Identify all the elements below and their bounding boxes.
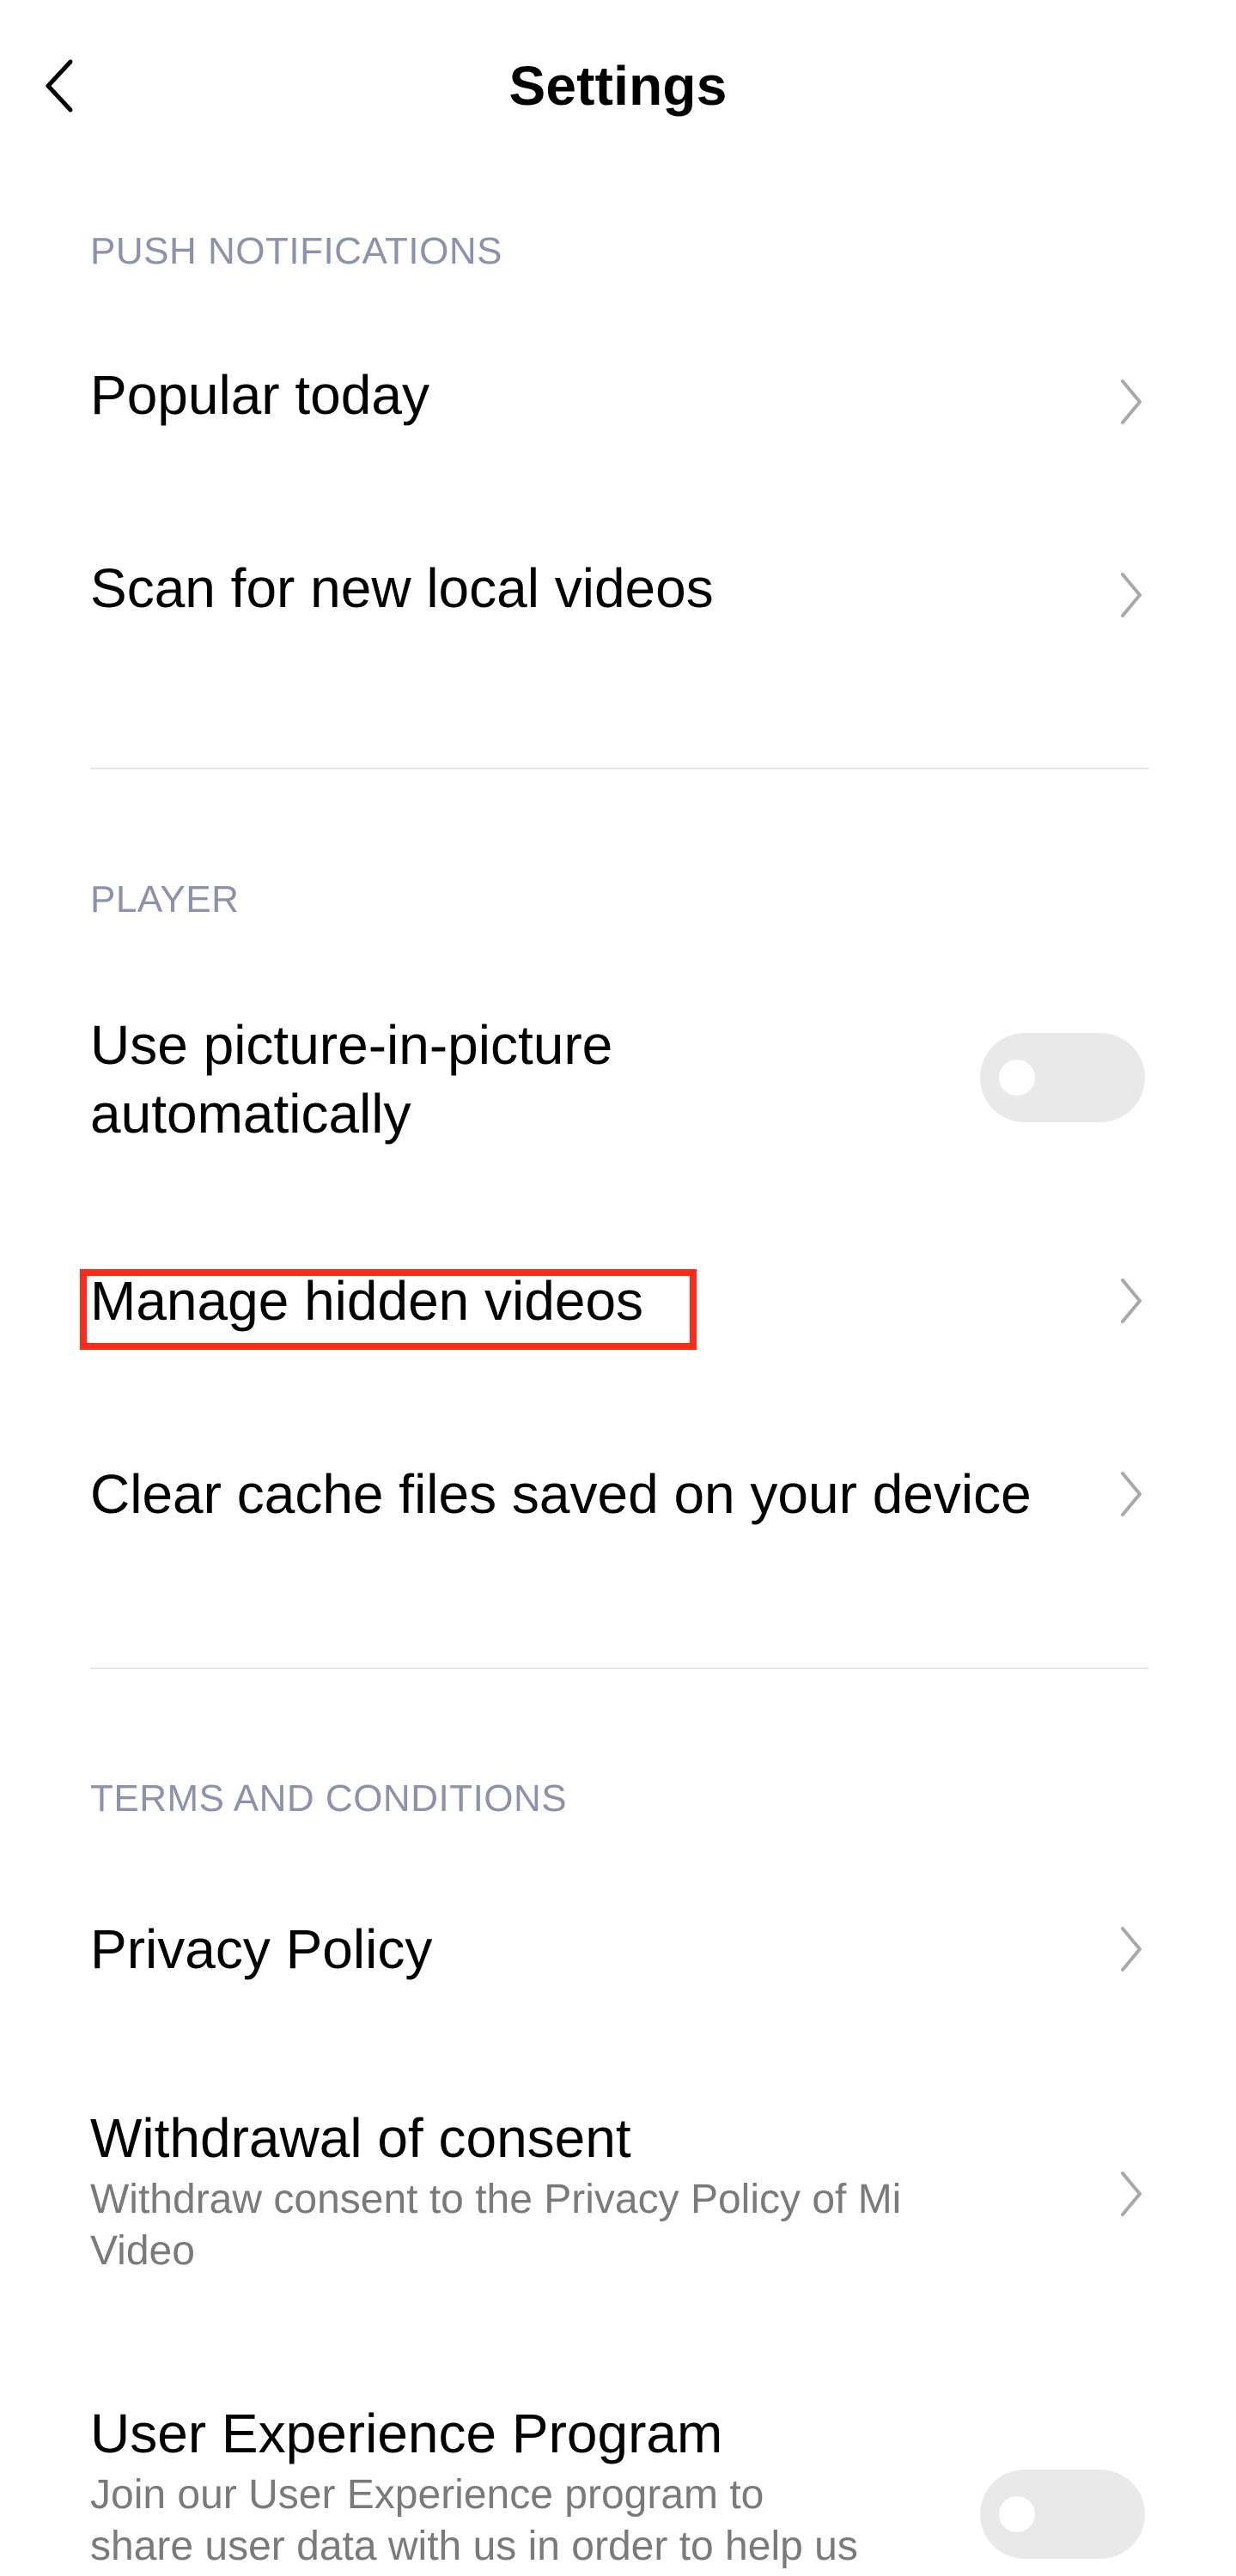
divider bbox=[90, 1668, 1148, 1669]
setting-popular-today[interactable]: Popular today bbox=[90, 361, 1148, 447]
setting-title-line-1: Use picture-in-picture bbox=[90, 1014, 613, 1076]
setting-clear-cache[interactable]: Clear cache files saved on your device bbox=[90, 1460, 1148, 1546]
chevron-right-icon bbox=[1114, 1275, 1148, 1327]
pip-toggle[interactable] bbox=[980, 1033, 1145, 1122]
setting-subtitle-line-1: Withdraw consent to the Privacy Policy o… bbox=[90, 2177, 902, 2222]
section-header-push-notifications: PUSH NOTIFICATIONS bbox=[90, 230, 502, 272]
toggle-knob bbox=[999, 2496, 1035, 2532]
divider bbox=[90, 768, 1148, 769]
setting-title: Scan for new local videos bbox=[90, 557, 714, 619]
setting-title: User Experience Program bbox=[90, 2403, 723, 2464]
chevron-right-icon bbox=[1114, 1923, 1148, 1975]
chevron-right-icon bbox=[1114, 2168, 1148, 2220]
section-header-terms: TERMS AND CONDITIONS bbox=[90, 1777, 568, 1820]
setting-withdrawal-of-consent[interactable]: Withdrawal of consent Withdraw consent t… bbox=[90, 2104, 1052, 2293]
setting-title-line-2: automatically bbox=[90, 1083, 411, 1145]
page-title: Settings bbox=[508, 55, 728, 117]
setting-subtitle-line-2: share user data with us in order to help… bbox=[90, 2524, 858, 2569]
setting-user-experience-program[interactable]: User Experience Program Join our User Ex… bbox=[90, 2399, 949, 2576]
section-header-player: PLAYER bbox=[90, 878, 240, 920]
user-experience-toggle[interactable] bbox=[980, 2470, 1145, 2559]
setting-privacy-policy[interactable]: Privacy Policy bbox=[90, 1915, 1148, 2001]
highlight-box bbox=[80, 1269, 697, 1350]
chevron-right-icon bbox=[1114, 1468, 1148, 1520]
setting-picture-in-picture[interactable]: Use picture-in-picture automatically bbox=[90, 1011, 949, 1157]
setting-title: Popular today bbox=[90, 364, 429, 426]
setting-title: Withdrawal of consent bbox=[90, 2107, 631, 2169]
setting-subtitle-line-2: Video bbox=[90, 2228, 195, 2274]
chevron-right-icon bbox=[1114, 376, 1148, 428]
setting-title: Privacy Policy bbox=[90, 1918, 433, 1980]
chevron-right-icon bbox=[1114, 569, 1148, 621]
setting-title: Clear cache files saved on your device bbox=[90, 1463, 1032, 1525]
setting-subtitle-line-1: Join our User Experience program to bbox=[90, 2472, 764, 2518]
toggle-knob bbox=[999, 1060, 1035, 1096]
setting-scan-local-videos[interactable]: Scan for new local videos bbox=[90, 554, 1148, 640]
